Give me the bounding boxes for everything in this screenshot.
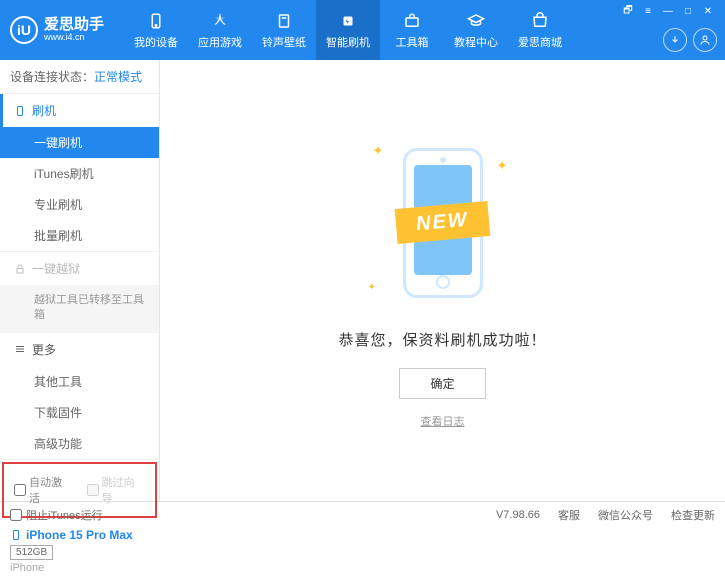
main-content: ✦ ✦ ✦ NEW 恭喜您，保资料刷机成功啦！ 确定 查看日志 — [160, 60, 725, 501]
svg-text:人: 人 — [214, 13, 226, 27]
ok-button[interactable]: 确定 — [399, 368, 485, 399]
nav-label: 爱思商城 — [518, 34, 562, 50]
jailbreak-note: 越狱工具已转移至工具箱 — [0, 285, 159, 332]
nav-smart-flash[interactable]: 智能刷机 — [316, 0, 380, 60]
phone-icon — [10, 529, 22, 541]
sidebar-label: 刷机 — [32, 102, 56, 119]
sidebar: 设备连接状态：正常模式 刷机 一键刷机 iTunes刷机 专业刷机 批量刷机 一… — [0, 60, 160, 501]
nav-label: 应用游戏 — [198, 34, 242, 50]
app-title: 爱思助手 — [44, 17, 104, 34]
app-url: www.i4.cn — [44, 33, 104, 43]
user-button[interactable] — [693, 28, 717, 52]
list-icon[interactable]: ≡ — [639, 4, 657, 18]
nav-label: 工具箱 — [396, 34, 429, 50]
list-icon — [14, 343, 26, 355]
nav-my-device[interactable]: 我的设备 — [124, 0, 188, 60]
store-icon — [530, 11, 550, 31]
nav-tutorials[interactable]: 教程中心 — [444, 0, 508, 60]
success-message: 恭喜您，保资料刷机成功啦！ — [338, 329, 546, 350]
customer-service-link[interactable]: 客服 — [558, 507, 580, 523]
maximize-icon[interactable]: □ — [679, 4, 697, 18]
sidebar-jailbreak-header[interactable]: 一键越狱 — [0, 252, 159, 285]
logo-area: iU 爱思助手 www.i4.cn — [10, 16, 104, 44]
sidebar-item-other-tools[interactable]: 其他工具 — [0, 366, 159, 397]
nav-label: 教程中心 — [454, 34, 498, 50]
flash-icon — [338, 11, 358, 31]
skip-guide-checkbox[interactable]: 跳过向导 — [87, 474, 146, 506]
sidebar-label: 更多 — [32, 341, 56, 358]
connection-status: 设备连接状态：正常模式 — [0, 60, 159, 94]
sidebar-item-batch-flash[interactable]: 批量刷机 — [0, 220, 159, 251]
ringtone-icon — [274, 11, 294, 31]
close-icon[interactable]: ✕ — [699, 4, 717, 18]
nav-label: 铃声壁纸 — [262, 34, 306, 50]
sidebar-item-oneclick-flash[interactable]: 一键刷机 — [0, 127, 159, 158]
menu-icon[interactable]: 🗗 — [619, 4, 637, 18]
nav-store[interactable]: 爱思商城 — [508, 0, 572, 60]
check-update-link[interactable]: 检查更新 — [671, 507, 715, 523]
toolbox-icon — [402, 11, 422, 31]
download-button[interactable] — [663, 28, 687, 52]
tutorial-icon — [466, 11, 486, 31]
storage-badge: 512GB — [10, 545, 53, 560]
app-header: iU 爱思助手 www.i4.cn 我的设备 人 应用游戏 铃声壁纸 — [0, 0, 725, 60]
device-icon — [146, 11, 166, 31]
sidebar-label: 一键越狱 — [32, 260, 80, 277]
wechat-link[interactable]: 微信公众号 — [598, 507, 653, 523]
window-controls: 🗗 ≡ — □ ✕ — [619, 0, 717, 18]
apps-icon: 人 — [210, 11, 230, 31]
sidebar-item-itunes-flash[interactable]: iTunes刷机 — [0, 158, 159, 189]
block-itunes-checkbox[interactable]: 阻止iTunes运行 — [10, 507, 103, 523]
auto-activate-checkbox[interactable]: 自动激活 — [14, 474, 73, 506]
sidebar-flash-header[interactable]: 刷机 — [0, 94, 159, 127]
sidebar-item-pro-flash[interactable]: 专业刷机 — [0, 189, 159, 220]
device-name[interactable]: iPhone 15 Pro Max — [10, 528, 149, 542]
nav-toolbox[interactable]: 工具箱 — [380, 0, 444, 60]
minimize-icon[interactable]: — — [659, 4, 677, 18]
device-type: iPhone — [10, 562, 149, 574]
lock-icon — [14, 263, 26, 275]
nav-label: 我的设备 — [134, 34, 178, 50]
sidebar-item-advanced[interactable]: 高级功能 — [0, 428, 159, 459]
device-info: iPhone 15 Pro Max 512GB iPhone — [0, 520, 159, 582]
nav-ringtones[interactable]: 铃声壁纸 — [252, 0, 316, 60]
version-label: V7.98.66 — [496, 509, 540, 521]
nav-apps-games[interactable]: 人 应用游戏 — [188, 0, 252, 60]
main-nav: 我的设备 人 应用游戏 铃声壁纸 智能刷机 工具箱 — [124, 0, 572, 60]
device-small-icon — [14, 105, 26, 117]
sidebar-more-header[interactable]: 更多 — [0, 333, 159, 366]
view-log-link[interactable]: 查看日志 — [421, 413, 465, 429]
success-illustration: ✦ ✦ ✦ NEW — [343, 133, 543, 313]
sidebar-item-download-firmware[interactable]: 下载固件 — [0, 397, 159, 428]
nav-label: 智能刷机 — [326, 34, 370, 50]
logo-icon: iU — [10, 16, 38, 44]
